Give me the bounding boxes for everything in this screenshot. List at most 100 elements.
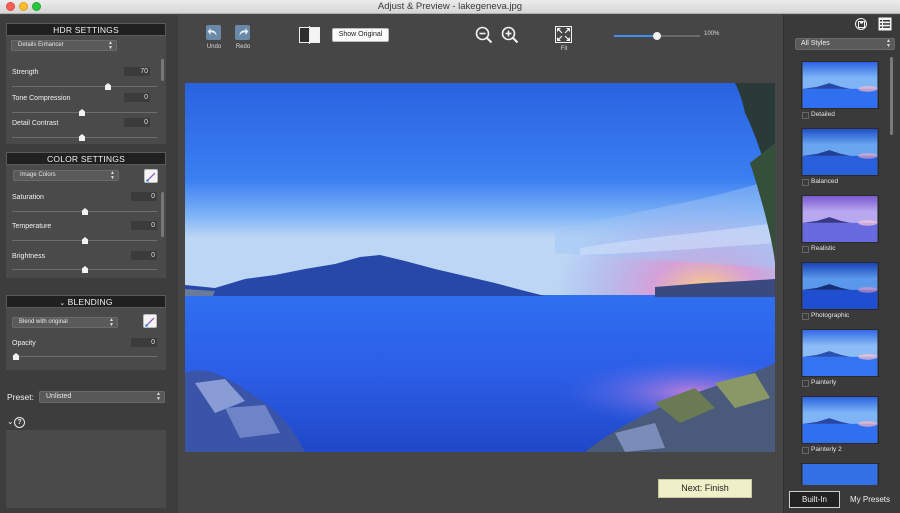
brightness-value[interactable]: 0 [131, 251, 157, 260]
opacity-slider-thumb[interactable] [13, 353, 19, 360]
style-thumbnail [801, 463, 879, 485]
split-view-icon [299, 26, 320, 44]
hdr-scrollbar[interactable] [161, 59, 164, 81]
temperature-value[interactable]: 0 [131, 221, 157, 230]
help-icon[interactable]: ? [14, 417, 25, 428]
fit-button[interactable] [555, 26, 572, 48]
redo-button[interactable] [235, 25, 250, 45]
preview-photo [185, 83, 775, 452]
preset-value: Unlisted [46, 393, 72, 400]
style-thumbnail [801, 262, 879, 310]
hdr-mode-value: Details Enhancer [18, 42, 64, 48]
blend-brush-button[interactable] [143, 314, 157, 328]
save-preset-button[interactable] [855, 18, 867, 30]
preset-list-area [6, 430, 166, 508]
redo-label: Redo [235, 44, 251, 50]
tone-compression-label: Tone Compression [12, 95, 71, 102]
chevron-updown-icon: ▲ ▼ [110, 170, 115, 181]
chevron-updown-icon: ▲ ▼ [108, 40, 113, 51]
zoom-slider-fill [614, 35, 657, 37]
strength-slider-thumb[interactable] [105, 83, 111, 90]
style-label: Realistic [801, 245, 879, 253]
blend-mode-dropdown[interactable]: Blend with original ▲ ▼ [12, 317, 118, 328]
zoom-value: 100% [704, 31, 720, 37]
color-brush-button[interactable] [144, 169, 158, 183]
saturation-value[interactable]: 0 [131, 192, 157, 201]
blending-heading-label: BLENDING [67, 297, 113, 307]
style-item-painterly-2[interactable]: Painterly 2 [801, 396, 879, 454]
blending-section: ⌄ BLENDING Blend with original ▲ ▼ Opacit… [6, 295, 166, 370]
show-original-button[interactable]: Show Original [332, 28, 389, 42]
brightness-slider-thumb[interactable] [82, 266, 88, 273]
temperature-slider-thumb[interactable] [82, 237, 88, 244]
style-item-balanced[interactable]: Balanced [801, 128, 879, 186]
style-item-painterly[interactable]: Painterly [801, 329, 879, 387]
strength-slider-track[interactable] [12, 86, 157, 87]
list-view-icon [878, 17, 892, 31]
opacity-label: Opacity [12, 340, 36, 347]
fit-screen-icon [555, 26, 572, 43]
styles-panel: All Styles ▲ ▼ Detailed Balanced Realisti… [783, 15, 900, 513]
styles-filter-dropdown[interactable]: All Styles ▲ ▼ [795, 38, 895, 50]
style-item-realistic[interactable]: Realistic [801, 195, 879, 253]
color-scrollbar[interactable] [161, 192, 164, 237]
zoom-out-icon [475, 26, 493, 44]
hdr-settings-heading[interactable]: HDR SETTINGS [6, 23, 166, 36]
strength-value[interactable]: 70 [124, 67, 150, 76]
strength-label: Strength [12, 69, 39, 76]
saturation-slider-thumb[interactable] [82, 208, 88, 215]
chevron-updown-icon: ▲ ▼ [156, 391, 161, 402]
tone-compression-slider-thumb[interactable] [79, 109, 85, 116]
style-thumbnail [801, 128, 879, 176]
tab-my-presets[interactable]: My Presets [842, 491, 898, 508]
blending-heading[interactable]: ⌄ BLENDING [6, 295, 166, 308]
chevron-down-icon[interactable]: ⌄ [7, 417, 14, 426]
detail-contrast-value[interactable]: 0 [124, 118, 150, 127]
opacity-value[interactable]: 0 [131, 338, 157, 347]
redo-icon [235, 25, 250, 40]
tone-compression-value[interactable]: 0 [124, 93, 150, 102]
undo-label: Undo [206, 44, 222, 50]
toolbar: Undo Redo Show Original Fit 100% [178, 15, 783, 70]
color-settings-heading[interactable]: COLOR SETTINGS [6, 152, 166, 165]
style-thumbnail [801, 329, 879, 377]
save-icon [857, 20, 865, 28]
hdr-mode-dropdown[interactable]: Details Enhancer ▲ ▼ [11, 40, 117, 51]
styles-scrollbar[interactable] [890, 57, 893, 135]
style-thumbnail [801, 195, 879, 243]
opacity-slider-track[interactable] [12, 356, 157, 357]
color-mode-dropdown[interactable]: Image Colors ▲ ▼ [13, 170, 119, 181]
style-label: Photographic [801, 312, 879, 320]
title-bar: Adjust & Preview - lakegeneva.jpg [0, 0, 900, 14]
preset-dropdown[interactable]: Unlisted ▲ ▼ [39, 391, 165, 403]
styles-filter-value: All Styles [801, 40, 830, 47]
brush-icon [146, 172, 156, 182]
detail-contrast-slider-thumb[interactable] [79, 134, 85, 141]
app-window: Adjust & Preview - lakegeneva.jpg HDR SE… [0, 0, 900, 513]
zoom-out-button[interactable] [475, 26, 493, 49]
temperature-label: Temperature [12, 223, 52, 230]
undo-button[interactable] [206, 25, 221, 45]
detail-contrast-label: Detail Contrast [12, 120, 59, 127]
blend-mode-value: Blend with original [19, 319, 68, 325]
image-preview[interactable] [185, 83, 775, 452]
color-mode-value: Image Colors [20, 172, 56, 178]
chevron-updown-icon: ▲ ▼ [109, 317, 114, 328]
zoom-in-button[interactable] [501, 26, 519, 49]
brush-icon [145, 317, 155, 327]
next-finish-button[interactable]: Next: Finish [658, 479, 752, 498]
zoom-slider-thumb[interactable] [653, 32, 661, 40]
compare-toggle-button[interactable] [299, 26, 321, 49]
hdr-settings-section: HDR SETTINGS Details Enhancer ▲ ▼ Strengt… [6, 23, 166, 144]
style-thumbnail [801, 61, 879, 109]
style-item-photographic[interactable]: Photographic [801, 262, 879, 320]
list-view-button[interactable] [878, 17, 892, 36]
preset-label: Preset: [7, 392, 34, 402]
tab-built-in[interactable]: Built-In [789, 491, 840, 508]
color-settings-section: COLOR SETTINGS Image Colors ▲ ▼ Saturatio… [6, 152, 166, 278]
style-item-partial[interactable] [801, 463, 879, 485]
zoom-slider-track[interactable] [614, 32, 700, 40]
style-item-detailed[interactable]: Detailed [801, 61, 879, 119]
style-label: Painterly [801, 379, 879, 387]
saturation-label: Saturation [12, 194, 44, 201]
